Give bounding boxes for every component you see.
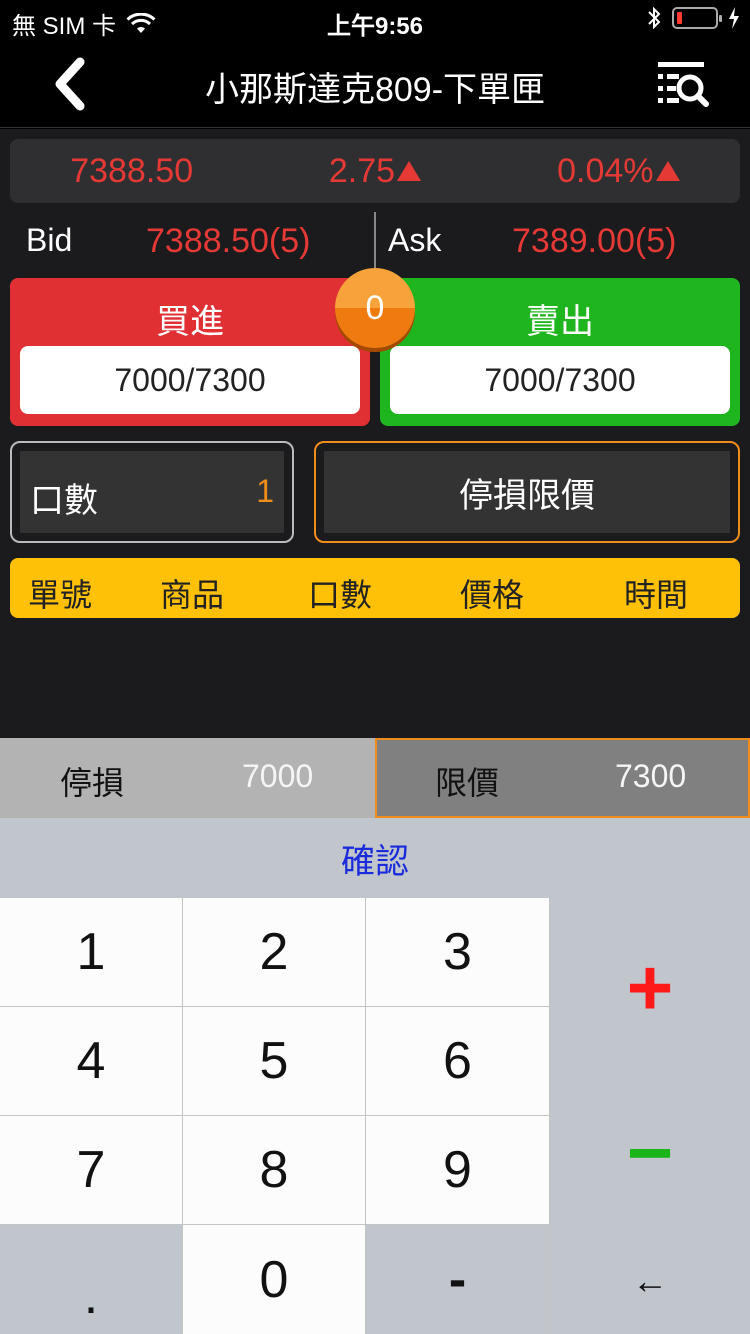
quantity-field[interactable]: 口數 1 bbox=[10, 441, 294, 543]
battery-icon bbox=[672, 7, 722, 29]
stop-value: 7000 bbox=[242, 758, 314, 794]
position-badge: 0 bbox=[335, 268, 415, 348]
status-bar: 無 SIM 卡 上午9:56 bbox=[0, 0, 750, 40]
quantity-label: 口數 bbox=[30, 482, 98, 520]
backspace-button[interactable]: ← bbox=[550, 1228, 750, 1334]
key-8[interactable]: 8 bbox=[183, 1116, 366, 1225]
bid-label: Bid bbox=[26, 222, 73, 258]
bid-value: 7388.50(5) bbox=[146, 222, 311, 260]
order-type-label: 停損限價 bbox=[324, 451, 730, 533]
bid-ask-row: Bid 7388.50(5) Ask 7389.00(5) bbox=[0, 212, 750, 272]
change-value: 2.75 bbox=[328, 151, 396, 190]
bluetooth-icon bbox=[648, 6, 661, 30]
col-quantity: 口數 bbox=[308, 577, 373, 613]
limit-value: 7300 bbox=[615, 758, 687, 794]
last-price-value: 7388.50 bbox=[70, 151, 194, 190]
percent-change: 0.04% bbox=[497, 139, 740, 203]
up-arrow-icon bbox=[397, 161, 422, 181]
key-1[interactable]: 1 bbox=[0, 898, 183, 1007]
buy-button[interactable]: 買進 7000/7300 bbox=[10, 278, 370, 426]
search-list-icon[interactable] bbox=[656, 58, 710, 108]
page-title: 小那斯達克809-下單匣 bbox=[204, 71, 546, 109]
sell-price: 7000/7300 bbox=[390, 346, 730, 414]
key-5[interactable]: 5 bbox=[183, 1007, 366, 1116]
up-arrow-icon bbox=[655, 161, 680, 181]
numeric-keypad: 確認 1 2 3 4 5 6 7 8 9 . 0 - + − ← bbox=[0, 818, 750, 1334]
ask-value: 7389.00(5) bbox=[512, 222, 677, 260]
charging-icon bbox=[729, 7, 739, 29]
price-change: 2.75 bbox=[253, 139, 496, 203]
col-product: 商品 bbox=[160, 577, 225, 613]
key-2[interactable]: 2 bbox=[183, 898, 366, 1007]
key-9[interactable]: 9 bbox=[366, 1116, 550, 1225]
status-time: 上午9:56 bbox=[326, 13, 424, 40]
order-panel: 7388.50 2.75 0.04% Bid 7388.50(5) Ask 73… bbox=[0, 129, 750, 738]
quote-bar: 7388.50 2.75 0.04% bbox=[10, 139, 740, 203]
key-0[interactable]: 0 bbox=[183, 1225, 366, 1334]
order-type-selector[interactable]: 停損限價 bbox=[314, 441, 740, 543]
quantity-value: 1 bbox=[256, 473, 274, 509]
col-order-no: 單號 bbox=[28, 577, 93, 613]
nav-bar: 小那斯達克809-下單匣 bbox=[0, 40, 750, 128]
key-7[interactable]: 7 bbox=[0, 1116, 183, 1225]
limit-label: 限價 bbox=[435, 765, 500, 801]
col-time: 時間 bbox=[624, 577, 689, 613]
key-4[interactable]: 4 bbox=[0, 1007, 183, 1116]
price-input-bar: 停損 7000 限價 7300 bbox=[0, 738, 750, 818]
stop-label: 停損 bbox=[60, 765, 125, 801]
divider bbox=[374, 212, 376, 272]
key-decimal[interactable]: . bbox=[0, 1225, 183, 1334]
limit-price-field[interactable]: 限價 7300 bbox=[375, 738, 750, 818]
decrement-button[interactable]: − bbox=[550, 1078, 750, 1228]
order-table-header: 單號 商品 口數 價格 時間 bbox=[10, 558, 740, 618]
increment-button[interactable]: + bbox=[550, 898, 750, 1078]
backspace-icon: ← bbox=[632, 1260, 668, 1301]
col-price: 價格 bbox=[460, 577, 525, 613]
key-3[interactable]: 3 bbox=[366, 898, 550, 1007]
confirm-button[interactable]: 確認 bbox=[0, 818, 750, 898]
sell-label: 賣出 bbox=[526, 303, 594, 341]
change-pct-value: 0.04% bbox=[557, 151, 654, 190]
sell-button[interactable]: 賣出 7000/7300 bbox=[380, 278, 740, 426]
quantity-inner: 口數 1 bbox=[20, 451, 284, 533]
status-right bbox=[646, 6, 740, 30]
buy-price: 7000/7300 bbox=[20, 346, 360, 414]
last-price: 7388.50 bbox=[10, 139, 253, 203]
key-minus-sign[interactable]: - bbox=[366, 1225, 550, 1334]
stop-price-field[interactable]: 停損 7000 bbox=[0, 738, 375, 818]
buy-label: 買進 bbox=[156, 303, 224, 341]
ask-label: Ask bbox=[388, 222, 442, 258]
key-6[interactable]: 6 bbox=[366, 1007, 550, 1116]
